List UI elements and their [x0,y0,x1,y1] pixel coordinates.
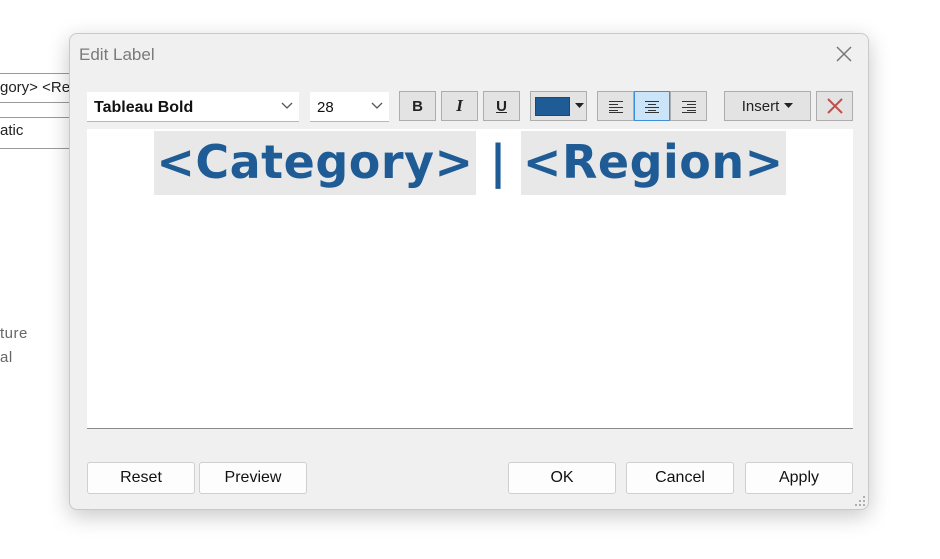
align-right-button[interactable] [670,91,707,121]
dialog-title: Edit Label [79,45,155,64]
background-dropdown-text: atic [0,122,24,139]
align-right-icon [681,100,696,113]
category-field-token: <Category> [154,131,476,195]
font-size-value: 28 [317,99,334,116]
background-text-1: ture [0,325,28,342]
resize-grip-icon[interactable] [854,495,866,507]
text-color-picker[interactable] [530,91,587,121]
background-text-2: al [0,349,13,366]
insert-button[interactable]: Insert [724,91,811,121]
reset-label: Reset [120,469,162,486]
underline-button[interactable]: U [483,91,520,121]
preview-label: Preview [224,469,282,486]
dropdown-arrow-icon [575,103,584,108]
separator-text: | [489,135,507,189]
region-field-token: <Region> [520,131,786,195]
dropdown-arrow-icon [784,103,794,108]
align-left-button[interactable] [597,91,634,121]
font-size-select[interactable]: 28 [310,92,389,122]
insert-label: Insert [741,97,780,115]
clear-formatting-button[interactable] [816,91,853,121]
align-center-button[interactable] [634,91,670,121]
bold-button[interactable]: B [399,91,436,121]
reset-button[interactable]: Reset [87,462,195,494]
font-family-value: Tableau Bold [94,99,194,116]
apply-label: Apply [778,469,820,486]
background-field-text: gory> <Re [0,79,71,96]
edit-label-dialog: Edit Label Tableau Bold 28 B I U Insert [69,33,869,510]
italic-label: I [456,96,463,115]
chevron-down-icon [371,102,383,109]
italic-button[interactable]: I [441,91,478,121]
bold-label: B [412,97,423,115]
label-line: <Category> | <Region> [87,131,853,195]
align-center-icon [645,100,659,113]
background-field-row: gory> <Re [0,73,72,103]
close-icon[interactable] [834,44,854,64]
underline-label: U [496,97,507,115]
background-dropdown-row: atic [0,117,72,149]
preview-button[interactable]: Preview [199,462,307,494]
align-left-icon [608,100,623,113]
label-text-editor[interactable]: <Category> | <Region> [87,129,853,429]
chevron-down-icon [281,102,293,109]
cancel-button[interactable]: Cancel [626,462,734,494]
clear-x-icon [826,98,843,114]
color-swatch [535,96,570,116]
ok-label: OK [550,469,574,486]
ok-button[interactable]: OK [508,462,616,494]
apply-button[interactable]: Apply [745,462,853,494]
cancel-label: Cancel [655,469,705,486]
font-family-select[interactable]: Tableau Bold [87,92,299,122]
